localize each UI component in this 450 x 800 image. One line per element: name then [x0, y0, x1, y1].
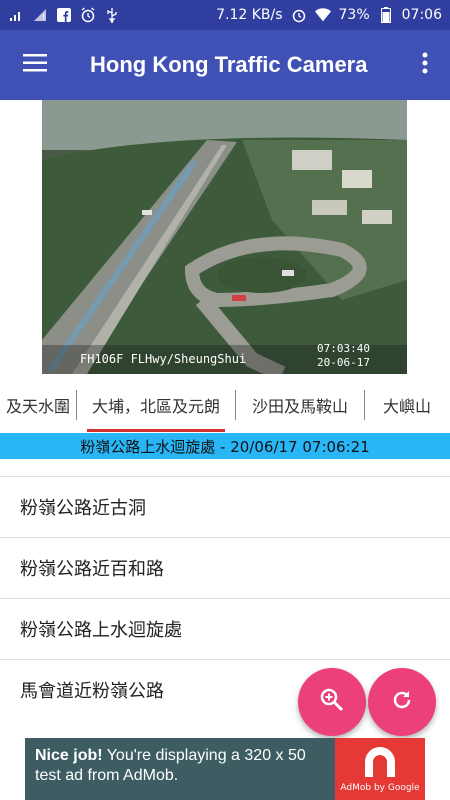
page-title: Hong Kong Traffic Camera: [90, 52, 368, 77]
wifi-icon: [314, 7, 331, 23]
refresh-icon: [390, 688, 414, 716]
tab-label: 沙田及馬鞍山: [251, 397, 348, 416]
tab-tin-shui-wai[interactable]: 及天水圍: [0, 378, 76, 432]
camera-overlay-code: FH106F FLHwy/SheungShui: [80, 352, 246, 366]
app-bar: Hong Kong Traffic Camera: [0, 30, 450, 100]
tab-label: 大嶼山: [382, 397, 431, 416]
list-item-label: 粉嶺公路近百和路: [20, 559, 164, 580]
admob-logo: AdMob by Google: [335, 738, 425, 800]
zoom-in-icon: [319, 687, 345, 717]
tab-sha-tin-ma-on-shan[interactable]: 沙田及馬鞍山: [236, 378, 364, 432]
status-icons-right: 7.12 KB/s 73% 07:06: [216, 7, 442, 23]
refresh-button[interactable]: [368, 668, 436, 736]
ad-banner[interactable]: Nice job! You're displaying a 320 x 50 t…: [25, 738, 425, 800]
usb-icon: [104, 7, 120, 23]
list-item[interactable]: 粉嶺公路上水迴旋處: [0, 598, 450, 659]
zoom-button[interactable]: [298, 668, 366, 736]
camera-overlay-time: 07:03:40: [317, 342, 370, 355]
list-item-label: 粉嶺公路近古洞: [20, 498, 146, 519]
network-speed: 7.12 KB/s: [216, 7, 283, 23]
more-vert-icon: [422, 52, 428, 78]
ad-headline: Nice job!: [35, 747, 103, 764]
tab-lantau[interactable]: 大嶼山: [365, 378, 449, 432]
battery-percent: 73%: [338, 7, 370, 23]
overflow-menu-button[interactable]: [400, 30, 450, 100]
svg-text:!: !: [42, 13, 45, 22]
status-icons-left: !: [8, 7, 120, 23]
facebook-icon: [56, 7, 72, 23]
admob-icon: [365, 747, 395, 777]
list-item[interactable]: 粉嶺公路近古洞: [0, 476, 450, 537]
list-item-label: 馬會道近粉嶺公路: [20, 681, 164, 702]
tab-tai-po-north-yuen-long[interactable]: 大埔，北區及元朗: [77, 378, 235, 432]
status-bar: ! 7.12 KB/s 73% 07:06: [0, 0, 450, 30]
camera-overlay-date: 20-06-17: [317, 356, 370, 369]
hamburger-icon: [23, 54, 47, 76]
menu-button[interactable]: [0, 30, 70, 100]
list-item[interactable]: 粉嶺公路近百和路: [0, 537, 450, 598]
signal-icon: [8, 7, 24, 23]
admob-label: AdMob by Google: [340, 783, 420, 793]
camera-scene: FH106F FLHwy/SheungShui 07:03:40 20-06-1…: [42, 100, 407, 374]
battery-icon: [378, 7, 394, 23]
alarm-icon: [80, 7, 96, 23]
camera-image[interactable]: FH106F FLHwy/SheungShui 07:03:40 20-06-1…: [42, 100, 407, 374]
tab-label: 及天水圍: [5, 397, 70, 416]
ad-text: Nice job! You're displaying a 320 x 50 t…: [25, 738, 335, 800]
camera-caption: 粉嶺公路上水迴旋處 - 20/06/17 07:06:21: [0, 433, 450, 459]
tab-label: 大埔，北區及元朗: [91, 397, 220, 416]
alarm-icon: [291, 7, 307, 23]
signal-alert-icon: !: [32, 7, 48, 23]
list-item-label: 粉嶺公路上水迴旋處: [20, 620, 182, 641]
clock: 07:06: [401, 7, 442, 23]
district-tabs: 及天水圍 大埔，北區及元朗 沙田及馬鞍山 大嶼山: [0, 378, 450, 432]
